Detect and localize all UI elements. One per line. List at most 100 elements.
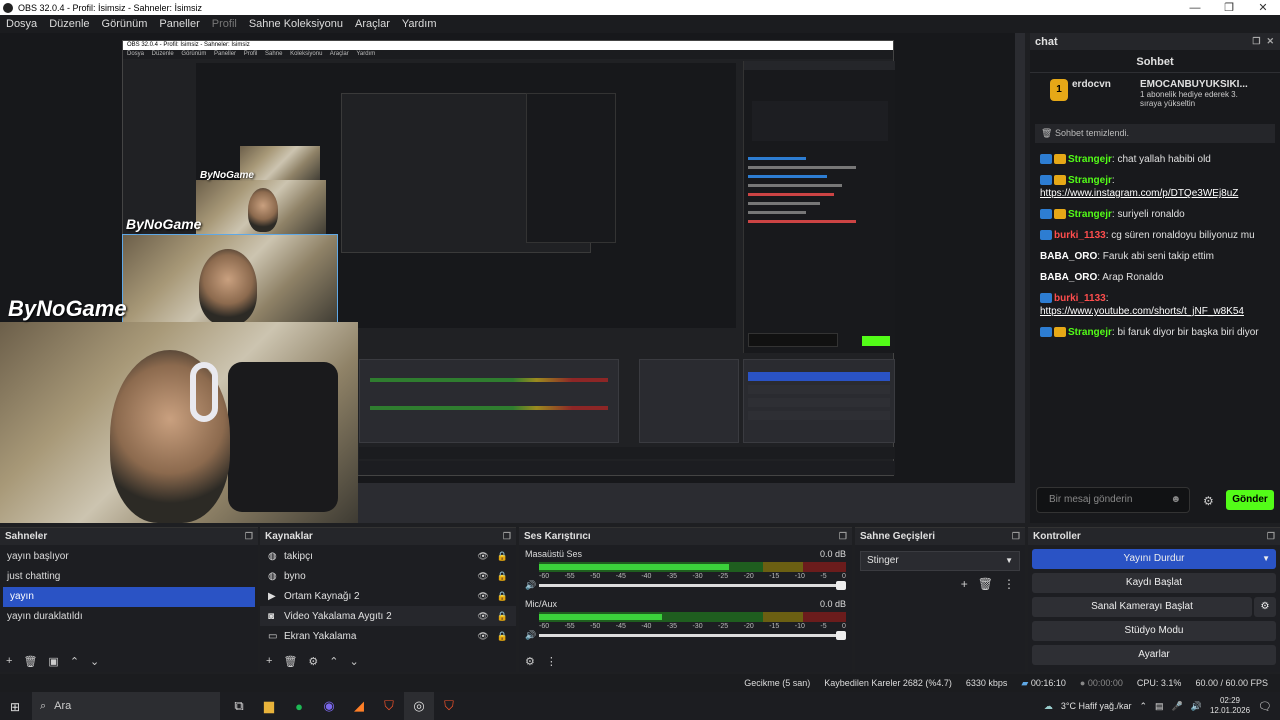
gear-icon[interactable]: ⚙ <box>308 655 318 668</box>
studio-mode-button[interactable]: Stüdyo Modu <box>1032 621 1276 641</box>
brave-icon[interactable]: ⛉ <box>434 692 464 720</box>
more-icon[interactable]: ⋮ <box>546 655 557 668</box>
undock-icon[interactable]: ❐ <box>245 531 253 542</box>
source-item[interactable]: ▭ Ekran Yakalama 👁 🔒 <box>260 626 516 646</box>
volume-knob[interactable] <box>836 581 846 590</box>
undock-icon[interactable]: ❐ <box>503 531 511 542</box>
lock-icon[interactable]: 🔒 <box>497 571 508 582</box>
eye-icon[interactable]: 👁 <box>477 631 488 642</box>
undock-icon[interactable]: ❐ <box>1267 531 1275 542</box>
chat-app-icon[interactable]: ◉ <box>314 692 344 720</box>
chat-dock-header: chat ❐ ✕ <box>1030 33 1280 50</box>
virtual-camera-button[interactable]: Sanal Kamerayı Başlat <box>1032 597 1252 617</box>
emoji-icon[interactable]: ☻ <box>1170 488 1181 512</box>
scene-item[interactable]: yayın duraklatıldı <box>0 607 258 627</box>
close-icon[interactable]: ✕ <box>1246 1 1280 14</box>
channel-db: 0.0 dB <box>819 549 846 559</box>
clock[interactable]: 02:29 12.01.2026 <box>1210 696 1250 716</box>
transitions-dock: Sahne Geçişleri ❐ Stinger ▼ + 🗑 ⋮ <box>855 527 1025 672</box>
undock-icon[interactable]: ❐ <box>1012 531 1020 542</box>
gear-icon[interactable]: ⚙ <box>525 655 535 668</box>
menu-profil[interactable]: Profil <box>206 18 243 30</box>
menu-duzenle[interactable]: Düzenle <box>43 18 95 30</box>
down-icon[interactable]: ⌄ <box>90 655 99 668</box>
volume-slider[interactable] <box>539 581 846 590</box>
lock-icon[interactable]: 🔒 <box>497 591 508 602</box>
eye-icon[interactable]: 👁 <box>477 611 488 622</box>
sources-title: Kaynaklar <box>265 531 313 542</box>
add-icon[interactable]: + <box>266 655 272 668</box>
speaker-icon[interactable]: 🔊 <box>525 580 539 591</box>
chat-link[interactable]: https://www.instagram.com/p/DTQe3WEj8uZ <box>1040 188 1238 199</box>
trash-icon[interactable]: 🗑 <box>23 655 37 668</box>
send-button[interactable]: Gönder <box>1226 490 1274 510</box>
down-icon[interactable]: ⌄ <box>350 655 359 668</box>
chat-message: Strangejr: suriyeli ronaldo <box>1030 204 1280 225</box>
lock-icon[interactable]: 🔒 <box>497 631 508 642</box>
chat-input[interactable]: Bir mesaj gönderin ☻ <box>1036 487 1190 513</box>
game-app-icon[interactable]: ◢ <box>344 692 374 720</box>
eye-icon[interactable]: 👁 <box>477 591 488 602</box>
source-item[interactable]: ▶ Ortam Kaynağı 2 👁 🔒 <box>260 586 516 606</box>
eye-icon[interactable]: 👁 <box>477 551 488 562</box>
chat-message-list: Strangejr: chat yallah habibi old Strang… <box>1030 149 1280 343</box>
filter-icon[interactable]: ▣ <box>48 655 58 668</box>
spotify-icon[interactable]: ● <box>284 692 314 720</box>
menu-paneller[interactable]: Paneller <box>153 18 205 30</box>
scene-item[interactable]: just chatting <box>0 567 258 587</box>
source-item[interactable]: ◍ byno 👁 🔒 <box>260 566 516 586</box>
lock-icon[interactable]: 🔒 <box>497 551 508 562</box>
up-icon[interactable]: ⌃ <box>70 655 79 668</box>
chevron-down-icon[interactable]: ▼ <box>1262 549 1270 569</box>
scene-item[interactable]: yayın başlıyor <box>0 547 258 567</box>
chat-input-placeholder: Bir mesaj gönderin <box>1049 494 1133 505</box>
trash-icon[interactable]: 🗑 <box>283 655 297 668</box>
more-icon[interactable]: ⋮ <box>1003 577 1015 591</box>
start-record-button[interactable]: Kaydı Başlat <box>1032 573 1276 593</box>
stop-stream-label: Yayını Durdur <box>1123 553 1185 564</box>
task-view-icon[interactable]: ⧉ <box>224 692 254 720</box>
source-item[interactable]: ◍ takipçı 👁 🔒 <box>260 546 516 566</box>
file-explorer-icon[interactable]: ▆ <box>254 692 284 720</box>
lock-icon[interactable]: 🔒 <box>497 611 508 622</box>
chat-settings-icon[interactable]: ⚙ <box>1203 494 1214 508</box>
volume-slider[interactable] <box>539 631 846 640</box>
minimize-icon[interactable]: — <box>1178 2 1212 14</box>
windows-start-icon[interactable]: ⊞ <box>10 700 20 714</box>
speaker-icon[interactable]: 🔊 <box>525 630 539 641</box>
notifications-icon[interactable]: 🗨 <box>1258 700 1272 713</box>
tray-up-icon[interactable]: ⌃ <box>1139 701 1147 712</box>
brave-icon[interactable]: ⛉ <box>374 692 404 720</box>
settings-button[interactable]: Ayarlar <box>1032 645 1276 665</box>
trash-icon[interactable]: 🗑 <box>978 577 993 591</box>
add-icon[interactable]: + <box>961 577 968 591</box>
taskbar: ⊞ ⌕ Ara ⧉ ▆ ● ◉ ◢ ⛉ ◎ ⛉ ☁ 3°C Hafif yağ./… <box>0 692 1280 720</box>
volume-icon[interactable]: 🔊 <box>1191 701 1202 712</box>
menu-yardim[interactable]: Yardım <box>396 18 443 30</box>
taskbar-search[interactable]: ⌕ Ara <box>32 692 220 720</box>
undock-icon[interactable]: ❐ <box>1252 36 1260 47</box>
source-item[interactable]: ◙ Video Yakalama Aygıtı 2 👁 🔒 <box>260 606 516 626</box>
transition-select[interactable]: Stinger ▼ <box>860 551 1020 571</box>
up-icon[interactable]: ⌃ <box>329 655 338 668</box>
maximize-icon[interactable]: ❐ <box>1212 1 1246 14</box>
gear-icon[interactable]: ⚙ <box>1254 597 1276 617</box>
meter-tick: -60 <box>539 623 550 630</box>
microphone-icon[interactable]: 🎤 <box>1172 701 1183 712</box>
close-icon[interactable]: ✕ <box>1266 36 1274 47</box>
eye-icon[interactable]: 👁 <box>477 571 488 582</box>
obs-taskbar-icon[interactable]: ◎ <box>404 692 434 720</box>
network-icon[interactable]: ▤ <box>1155 701 1164 712</box>
status-bitrate: 6330 kbps <box>965 678 1008 688</box>
menu-araclar[interactable]: Araçlar <box>349 18 396 30</box>
undock-icon[interactable]: ❐ <box>839 531 847 542</box>
stop-stream-button[interactable]: Yayını Durdur ▼ <box>1032 549 1276 569</box>
scene-item-selected[interactable]: yayın <box>3 587 255 607</box>
menu-sahne-koleksiyonu[interactable]: Sahne Koleksiyonu <box>243 18 349 30</box>
volume-knob[interactable] <box>836 631 846 640</box>
menu-dosya[interactable]: Dosya <box>0 18 43 30</box>
chat-link[interactable]: https://www.youtube.com/shorts/t_jNF_w8K… <box>1040 306 1244 317</box>
search-icon: ⌕ <box>40 699 47 712</box>
add-icon[interactable]: + <box>6 655 12 668</box>
menu-gorunum[interactable]: Görünüm <box>96 18 154 30</box>
